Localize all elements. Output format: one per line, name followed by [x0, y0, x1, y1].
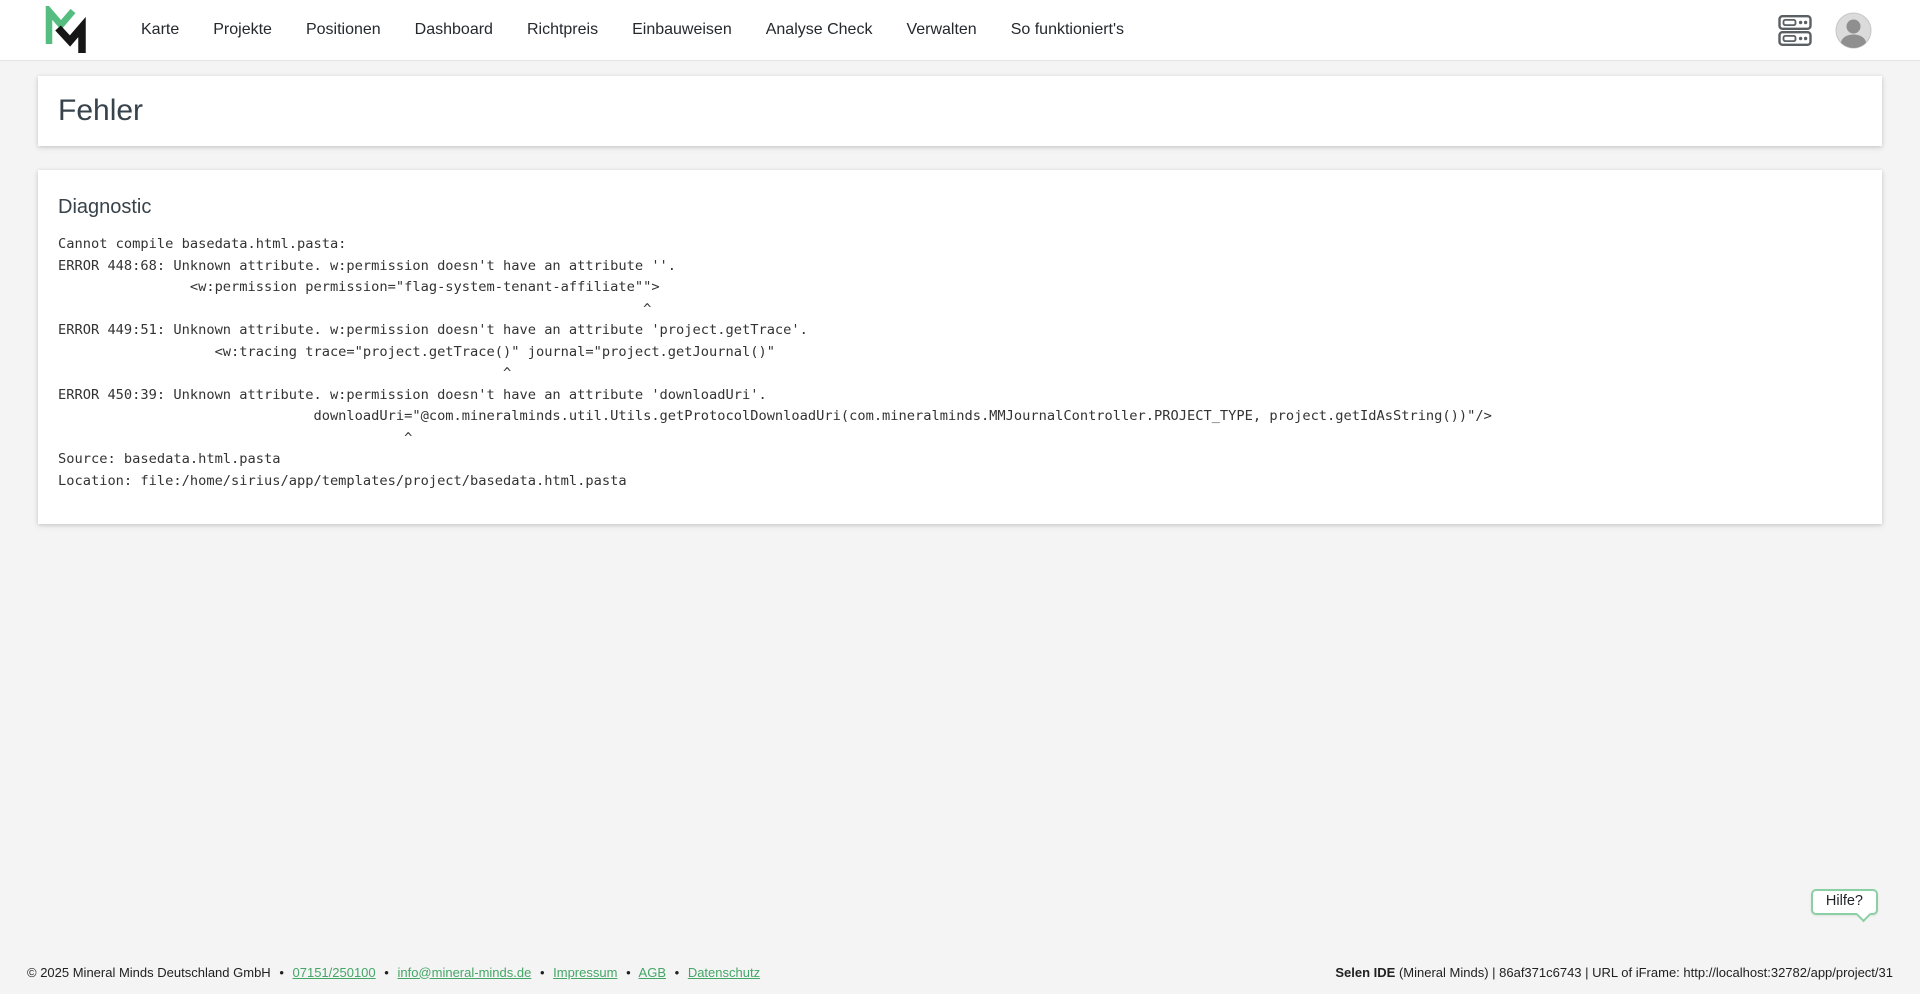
footer-env-info: (Mineral Minds) | 86af371c6743 | URL of …	[1395, 965, 1893, 980]
help-button[interactable]: Hilfe?	[1811, 889, 1878, 915]
top-navbar: Karte Projekte Positionen Dashboard Rich…	[0, 0, 1920, 61]
footer-link-email[interactable]: info@mineral-minds.de	[397, 965, 531, 980]
user-avatar-icon[interactable]	[1835, 12, 1872, 49]
footer-link-datenschutz[interactable]: Datenschutz	[688, 965, 760, 980]
footer-right: Selen IDE (Mineral Minds) | 86af371c6743…	[1335, 965, 1893, 980]
diagnostic-card: Diagnostic Cannot compile basedata.html.…	[38, 170, 1882, 524]
footer-separator: •	[279, 965, 284, 980]
nav-icon-group	[1778, 12, 1872, 49]
nav-item-karte[interactable]: Karte	[141, 21, 179, 39]
footer-link-phone[interactable]: 07151/250100	[293, 965, 376, 980]
footer-link-impressum[interactable]: Impressum	[553, 965, 617, 980]
nav-item-richtpreis[interactable]: Richtpreis	[527, 21, 598, 39]
footer-separator: •	[675, 965, 680, 980]
server-icon[interactable]	[1778, 15, 1812, 46]
footer: © 2025 Mineral Minds Deutschland GmbH • …	[0, 950, 1920, 994]
nav-item-positionen[interactable]: Positionen	[306, 21, 381, 39]
footer-separator: •	[540, 965, 545, 980]
main-content: Fehler Diagnostic Cannot compile basedat…	[0, 76, 1920, 524]
footer-left: © 2025 Mineral Minds Deutschland GmbH • …	[27, 965, 760, 980]
page-title: Fehler	[58, 94, 143, 128]
nav-item-projekte[interactable]: Projekte	[213, 21, 272, 39]
main-nav: Karte Projekte Positionen Dashboard Rich…	[141, 21, 1124, 39]
error-title-card: Fehler	[38, 76, 1882, 146]
copyright-text: © 2025 Mineral Minds Deutschland GmbH	[27, 965, 271, 980]
footer-separator: •	[384, 965, 389, 980]
footer-separator: •	[626, 965, 631, 980]
nav-item-dashboard[interactable]: Dashboard	[415, 21, 493, 39]
nav-item-verwalten[interactable]: Verwalten	[906, 21, 976, 39]
help-button-label: Hilfe?	[1826, 893, 1863, 909]
footer-link-agb[interactable]: AGB	[639, 965, 666, 980]
nav-item-analyse-check[interactable]: Analyse Check	[766, 21, 873, 39]
help-bubble-tail	[1856, 907, 1872, 923]
nav-item-einbauweisen[interactable]: Einbauweisen	[632, 21, 732, 39]
diagnostic-heading: Diagnostic	[58, 196, 1862, 219]
footer-app-name: Selen IDE	[1335, 965, 1395, 980]
nav-item-so-funktionierts[interactable]: So funktioniert's	[1011, 21, 1124, 39]
diagnostic-output: Cannot compile basedata.html.pasta: ERRO…	[58, 234, 1862, 492]
mineral-minds-logo[interactable]	[45, 6, 89, 54]
